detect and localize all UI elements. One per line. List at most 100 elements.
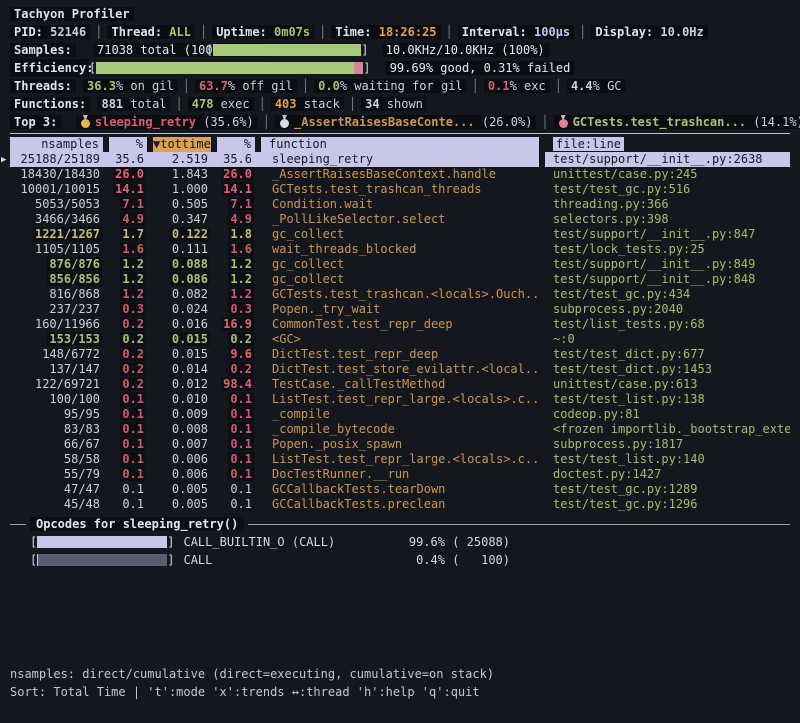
function-stat-suffix: exec — [213, 97, 249, 111]
opcode-bar — [37, 536, 167, 548]
cell-fn: <GC> — [258, 332, 542, 347]
column-header-pct-direct[interactable]: % — [106, 137, 150, 152]
table-row[interactable]: 137/1470.20.0140.2DictTest.test_store_ev… — [10, 362, 790, 377]
column-header-file-line[interactable]: file:line — [542, 137, 790, 152]
info-label: PID: — [14, 25, 50, 39]
separator-bar: │ — [550, 79, 567, 93]
table-row[interactable]: 1105/11051.60.1111.6wait_threads_blocked… — [10, 242, 790, 257]
cell-ns: 237/237 — [10, 302, 106, 317]
samples-rate-bar — [213, 44, 361, 56]
table-row[interactable]: 10001/1001514.11.00014.1GCTests.test_tra… — [10, 182, 790, 197]
opcode-stat: 99.6% ( 25088) — [409, 533, 510, 551]
cell-pct: 35.6 — [106, 152, 150, 167]
app-title: Tachyon Profiler — [10, 7, 134, 21]
thread-stat-value: 0.1 — [488, 79, 510, 93]
cell-value: 0.1 — [120, 407, 146, 421]
info-interval: Interval: 100µs — [458, 25, 574, 39]
cell-pct: 0.1 — [106, 437, 150, 452]
opcode-bar-fill — [37, 536, 166, 548]
cell-value: 0.2 — [120, 317, 146, 331]
column-header-pct-cumulative[interactable]: % — [214, 137, 258, 152]
cell-value: 856/856 — [47, 272, 102, 286]
cell-pct: 0.2 — [106, 347, 150, 362]
top3-line: Top 3: sleeping_retry (35.6%)│_AssertRai… — [10, 113, 790, 131]
table-row[interactable]: 83/830.10.0080.1_compile_bytecode<frozen… — [10, 422, 790, 437]
cell-value: 0.1 — [120, 452, 146, 466]
cell-value: 1.2 — [120, 287, 146, 301]
cell-fl: test/test_gc.py:434 — [542, 287, 790, 302]
cell-value: 0.2 — [120, 377, 146, 391]
cell-ns: 47/47 — [10, 482, 106, 497]
functions-line: Functions: 881 total│478 exec│403 stack│… — [10, 95, 790, 113]
table-row[interactable]: 122/697210.20.01298.4TestCase._callTestM… — [10, 377, 790, 392]
table-row[interactable]: 47/470.10.0050.1GCCallbackTests.tearDown… — [10, 482, 790, 497]
table-row[interactable]: 25188/2518935.62.51935.6sleeping_retryte… — [10, 152, 790, 167]
cell-fn: TestCase._callTestMethod — [258, 377, 542, 392]
table-row[interactable]: 153/1530.20.0150.2<GC>~:0 — [10, 332, 790, 347]
cell-fn: Popen._try_wait — [258, 302, 542, 317]
header-separator — [10, 133, 790, 134]
opcode-rows: []CALL_BUILTIN_O (CALL)99.6% ( 25088)[]C… — [10, 533, 790, 569]
cell-value: 26.0 — [221, 167, 254, 181]
cell-fl: test/support/__init__.py:2638 — [542, 152, 790, 167]
column-header-nsamples[interactable]: nsamples — [10, 137, 106, 152]
silver-medal-icon — [280, 115, 289, 128]
table-row[interactable]: 237/2370.30.0240.3Popen._try_waitsubproc… — [10, 302, 790, 317]
table-row[interactable]: 3466/34664.90.3474.9_PollLikeSelector.se… — [10, 212, 790, 227]
info-pid: PID: 52146 — [10, 25, 90, 39]
cell-value: 0.006 — [170, 467, 210, 481]
top3-percent: (26.0%) — [482, 115, 533, 129]
info-value: 100µs — [534, 25, 570, 39]
opcodes-rule-right — [248, 524, 790, 525]
thread-stat-value: 63.7 — [199, 79, 228, 93]
table-row[interactable]: 45/480.10.0050.1GCCallbackTests.preclean… — [10, 497, 790, 512]
cell-value: 0.1 — [120, 392, 146, 406]
function-stat-value: 881 — [101, 97, 123, 111]
cell-value: 876/876 — [47, 257, 102, 271]
cell-value: 35.6 — [113, 152, 146, 166]
table-row[interactable]: 95/950.10.0090.1_compilecodeop.py:81 — [10, 407, 790, 422]
table-row[interactable]: 66/670.10.0070.1Popen._posix_spawnsubpro… — [10, 437, 790, 452]
table-row[interactable]: 816/8681.20.0821.2GCTests.test_trashcan.… — [10, 287, 790, 302]
function-stat: 34 shown — [361, 97, 427, 111]
table-row[interactable]: 856/8561.20.0861.2gc_collecttest/support… — [10, 272, 790, 287]
cell-value: 0.014 — [170, 362, 210, 376]
function-stat-value: 403 — [275, 97, 297, 111]
title-line: Tachyon Profiler — [10, 5, 790, 23]
column-header-function[interactable]: function — [258, 137, 542, 152]
cell-pct: 0.3 — [214, 302, 258, 317]
top3-percent: (14.1%) — [753, 115, 800, 129]
cell-ns: 83/83 — [10, 422, 106, 437]
column-header-tottime-sorted[interactable]: ▼tottime — [150, 137, 214, 152]
cell-tot: 0.012 — [150, 377, 214, 392]
table-row[interactable]: 876/8761.20.0881.2gc_collecttest/support… — [10, 257, 790, 272]
cell-pct: 1.2 — [106, 287, 150, 302]
cell-value: 0.015 — [170, 347, 210, 361]
cell-value: 0.005 — [170, 482, 210, 496]
samples-bar-open-bracket: [ — [206, 43, 213, 57]
cell-value: 0.016 — [170, 317, 210, 331]
cell-value: 1.6 — [228, 242, 254, 256]
table-row[interactable]: 148/67720.20.0159.6DictTest.test_repr_de… — [10, 347, 790, 362]
separator-bar: │ — [441, 25, 458, 39]
table-row[interactable]: 1221/12671.70.1221.8gc_collecttest/suppo… — [10, 227, 790, 242]
table-row[interactable]: 18430/1843026.01.84326.0_AssertRaisesBas… — [10, 167, 790, 182]
cell-tot: 2.519 — [150, 152, 214, 167]
cell-pct: 1.6 — [106, 242, 150, 257]
cell-value: 137/147 — [47, 362, 102, 376]
cell-value: 148/6772 — [40, 347, 102, 361]
table-row[interactable]: 100/1000.10.0100.1ListTest.test_repr_lar… — [10, 392, 790, 407]
separator-bar: │ — [254, 97, 271, 111]
cell-fn: gc_collect — [258, 227, 542, 242]
table-row[interactable]: 55/790.10.0060.1DocTestRunner.__rundocte… — [10, 467, 790, 482]
cell-value: 1.8 — [228, 227, 254, 241]
thread-stat: 36.3% on gil — [83, 79, 178, 93]
table-row[interactable]: 160/119660.20.01616.9CommonTest.test_rep… — [10, 317, 790, 332]
cell-value: 5053/5053 — [33, 197, 102, 211]
top3-item: sleeping_retry (35.6%) — [76, 115, 258, 129]
table-header-row: nsamples % ▼tottime % function file:line — [10, 137, 790, 152]
table-row[interactable]: 58/580.10.0060.1ListTest.test_repr_large… — [10, 452, 790, 467]
cell-pct: 0.1 — [106, 497, 150, 512]
samples-rate: 10.0KHz/10.0KHz (100%) — [382, 43, 549, 57]
table-row[interactable]: 5053/50537.10.5057.1Condition.waitthread… — [10, 197, 790, 212]
